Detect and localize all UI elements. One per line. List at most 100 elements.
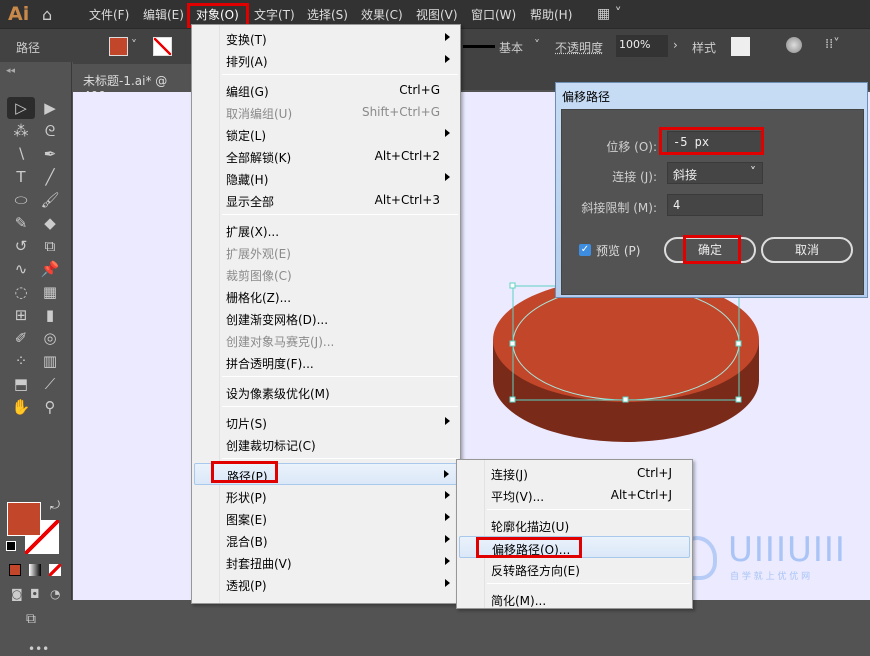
shape-builder-tool-icon[interactable]: ◌ — [9, 281, 33, 303]
menu-0[interactable]: 文件(F) — [89, 6, 129, 23]
menu-item[interactable]: 创建渐变网格(D)... — [194, 307, 458, 329]
ellipse-tool-icon[interactable]: ⬭ — [9, 189, 33, 211]
menu-item[interactable]: 隐藏(H) — [194, 167, 458, 189]
menu-6[interactable]: 视图(V) — [416, 6, 458, 23]
cancel-button[interactable]: 取消 — [761, 237, 853, 263]
opacity-expand-icon[interactable]: › — [673, 38, 678, 52]
menu-item[interactable]: 封套扭曲(V) — [194, 551, 458, 573]
pen-tool-icon[interactable]: ∖ — [9, 143, 33, 165]
perspective-grid-tool-icon[interactable]: ▦ — [38, 281, 62, 303]
menu-item[interactable]: 形状(P) — [194, 485, 458, 507]
menu-1[interactable]: 编辑(E) — [143, 6, 184, 23]
menu-item[interactable]: 扩展外观(E) — [194, 241, 458, 263]
symbol-sprayer-tool-icon[interactable]: ⁘ — [9, 350, 33, 372]
menu-item[interactable]: 栅格化(Z)... — [194, 285, 458, 307]
opacity-input[interactable]: 100% — [616, 35, 668, 57]
menu-8[interactable]: 帮助(H) — [530, 6, 572, 23]
rotate-tool-icon[interactable]: ↺ — [9, 235, 33, 257]
menu-item[interactable]: 图案(E) — [194, 507, 458, 529]
curvature-tool-icon[interactable]: ✒ — [38, 143, 62, 165]
preview-label[interactable]: 预览 (P) — [596, 242, 640, 259]
puppet-warp-tool-icon[interactable]: 📌 — [38, 258, 62, 280]
ok-button[interactable]: 确定 — [664, 237, 756, 263]
menu-item[interactable]: 锁定(L) — [194, 123, 458, 145]
none-mode-icon[interactable] — [49, 564, 61, 576]
menu-item[interactable]: 简化(M)... — [459, 588, 690, 610]
direct-selection-tool-icon[interactable]: ▶ — [38, 97, 62, 119]
menu-item[interactable]: 创建对象马赛克(J)... — [194, 329, 458, 351]
document-tab[interactable]: 未标题-1.ai* @ 400 — [73, 64, 203, 103]
color-mode-icon[interactable] — [9, 564, 21, 576]
menu-item[interactable]: 变换(T) — [194, 27, 458, 49]
menu-item[interactable]: 混合(B) — [194, 529, 458, 551]
menu-2[interactable]: 对象(O) — [196, 6, 239, 23]
line-tool-icon[interactable]: ╱ — [38, 166, 62, 188]
workspace-switcher-icon[interactable]: ▦ ˅ — [597, 6, 622, 22]
menu-item[interactable]: 平均(V)... Alt+Ctrl+J — [459, 484, 690, 506]
menu-item[interactable]: 编组(G) Ctrl+G — [194, 79, 458, 101]
menu-item[interactable]: 取消编组(U) Shift+Ctrl+G — [194, 101, 458, 123]
menu-item[interactable]: 切片(S) — [194, 411, 458, 433]
join-select[interactable]: 斜接 ˅ — [667, 162, 763, 184]
menu-item[interactable]: 透视(P) — [194, 573, 458, 595]
style-swatch[interactable] — [731, 37, 750, 56]
menu-item[interactable]: 设为像素级优化(M) — [194, 381, 458, 403]
eyedropper-tool-icon[interactable]: ✐ — [9, 327, 33, 349]
menu-3[interactable]: 文字(T) — [254, 6, 295, 23]
gradient-mode-icon[interactable] — [29, 564, 41, 576]
menu-item[interactable]: 反转路径方向(E) — [459, 558, 690, 580]
menu-item[interactable]: 显示全部 Alt+Ctrl+3 — [194, 189, 458, 211]
preview-checkbox[interactable]: ✓ — [579, 244, 591, 256]
column-graph-tool-icon[interactable]: ▥ — [38, 350, 62, 372]
warp-tool-icon[interactable]: ∿ — [9, 258, 33, 280]
draw-normal-icon[interactable]: ◙ — [11, 587, 23, 601]
recolor-icon[interactable] — [786, 37, 802, 53]
artboard-tool-icon[interactable]: ⬒ — [9, 373, 33, 395]
shaper-tool-icon[interactable]: ✎ — [9, 212, 33, 234]
menu-item[interactable]: 裁剪图像(C) — [194, 263, 458, 285]
menu-item-label: 封套扭曲(V) — [226, 557, 292, 571]
default-colors-icon[interactable] — [6, 541, 16, 551]
slice-tool-icon[interactable]: ⟋ — [38, 373, 62, 395]
draw-behind-icon[interactable]: ◘ — [30, 587, 40, 601]
menu-4[interactable]: 选择(S) — [307, 6, 348, 23]
scale-tool-icon[interactable]: ⧉ — [38, 235, 62, 257]
zoom-tool-icon[interactable]: ⚲ — [38, 396, 62, 418]
menu-item[interactable]: 路径(P) — [194, 463, 458, 485]
stroke-style-label[interactable]: 基本 — [499, 39, 523, 56]
eraser-tool-icon[interactable]: ◆ — [38, 212, 62, 234]
home-icon[interactable]: ⌂ — [42, 5, 52, 24]
paintbrush-tool-icon[interactable]: 🖌 — [38, 189, 62, 211]
more-tools-icon[interactable]: ••• — [28, 642, 49, 656]
menu-item[interactable]: 排列(A) — [194, 49, 458, 71]
miter-limit-input[interactable]: 4 — [667, 194, 763, 216]
stroke-swatch[interactable] — [153, 37, 172, 56]
draw-inside-icon[interactable]: ◔ — [50, 587, 60, 601]
menu-item[interactable]: 偏移路径(O)... — [459, 536, 690, 558]
selection-tool-icon[interactable]: ▷ — [9, 97, 33, 119]
stroke-style-dropdown-icon[interactable]: ˅ — [534, 38, 540, 52]
screen-mode-icon[interactable]: ⧉ — [26, 611, 36, 627]
fill-color-front[interactable] — [7, 502, 41, 536]
hand-tool-icon[interactable]: ✋ — [9, 396, 33, 418]
fill-swatch[interactable] — [109, 37, 128, 56]
menu-item[interactable]: 轮廓化描边(U) — [459, 514, 690, 536]
menu-item[interactable]: 创建裁切标记(C) — [194, 433, 458, 455]
fill-dropdown-icon[interactable]: ˅ — [131, 38, 137, 52]
swap-colors-icon[interactable]: ⤾ — [50, 498, 60, 513]
collapse-panel-icon[interactable]: ◂◂ — [6, 66, 15, 76]
menu-5[interactable]: 效果(C) — [361, 6, 403, 23]
blend-tool-icon[interactable]: ◎ — [38, 327, 62, 349]
mesh-tool-icon[interactable]: ⊞ — [9, 304, 33, 326]
type-tool-icon[interactable]: T — [9, 166, 33, 188]
magic-wand-tool-icon[interactable]: ⁂ — [9, 120, 33, 142]
offset-input[interactable]: -5 px — [667, 131, 763, 155]
menu-item[interactable]: 扩展(X)... — [194, 219, 458, 241]
menu-7[interactable]: 窗口(W) — [471, 6, 516, 23]
lasso-tool-icon[interactable]: ᘓ — [38, 120, 62, 142]
align-icon[interactable]: ⁞⁞˅ — [825, 37, 840, 52]
menu-item[interactable]: 连接(J) Ctrl+J — [459, 462, 690, 484]
gradient-tool-icon[interactable]: ▮ — [38, 304, 62, 326]
menu-item[interactable]: 拼合透明度(F)... — [194, 351, 458, 373]
menu-item[interactable]: 全部解锁(K) Alt+Ctrl+2 — [194, 145, 458, 167]
